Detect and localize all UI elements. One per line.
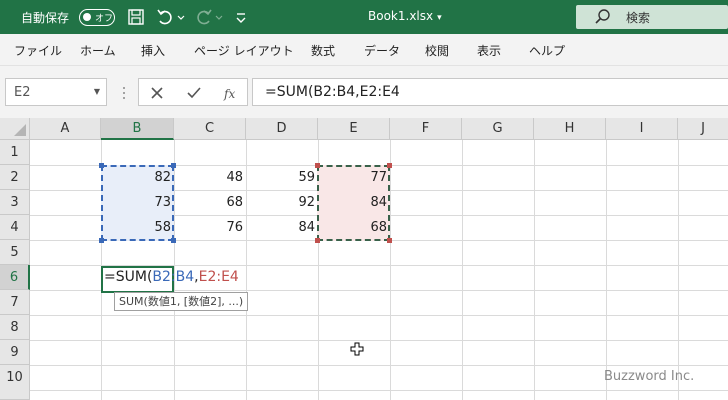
column-header-e[interactable]: E	[318, 118, 390, 140]
tab-data[interactable]: データ	[364, 42, 400, 59]
cell-d3[interactable]: 92	[246, 190, 318, 215]
row-header-10[interactable]: 10	[0, 365, 30, 400]
column-header-h[interactable]: H	[534, 118, 606, 140]
enter-icon[interactable]	[184, 83, 204, 103]
cell-d4[interactable]: 84	[246, 215, 318, 240]
tab-view[interactable]: 表示	[477, 42, 501, 59]
gridline	[30, 340, 728, 341]
fx-icon[interactable]: fx	[221, 83, 241, 103]
column-header-g[interactable]: G	[462, 118, 534, 140]
cell-c2[interactable]: 48	[174, 165, 246, 190]
autosave-state: オフ	[95, 14, 114, 24]
formula-bar: E2 ▼ fx =SUM(B2:B4,E2:E4	[0, 66, 728, 118]
gridline	[30, 390, 728, 391]
cell-e3[interactable]: 84	[318, 190, 390, 215]
formula-ref-e2-e4: E2:E4	[198, 269, 239, 285]
cancel-icon[interactable]	[147, 83, 167, 103]
function-tooltip[interactable]: SUM(数値1, [数値2], ...)	[114, 292, 249, 311]
undo-icon[interactable]	[155, 7, 175, 27]
drag-handle-icon[interactable]	[122, 86, 126, 100]
tab-review[interactable]: 校閲	[425, 42, 449, 59]
gridline	[534, 140, 535, 400]
worksheet-grid: A B C D E F G H I J 1 2 3 4 5 6 7 8 9 10…	[0, 118, 728, 400]
gridline	[462, 140, 463, 400]
watermark: Buzzword Inc.	[604, 369, 695, 384]
cell-c4[interactable]: 76	[174, 215, 246, 240]
autosave-toggle[interactable]: オフ	[79, 9, 115, 26]
cell-b3[interactable]: 73	[101, 190, 174, 215]
row-header-5[interactable]: 5	[0, 240, 30, 265]
redo-dropdown-icon[interactable]	[214, 7, 224, 27]
file-title[interactable]: Book1.xlsx ▾	[368, 9, 442, 23]
column-header-f[interactable]: F	[390, 118, 462, 140]
name-box-value: E2	[14, 85, 31, 100]
save-icon[interactable]	[126, 7, 146, 27]
column-header-i[interactable]: I	[606, 118, 678, 140]
move-cursor-icon	[350, 342, 364, 356]
cell-b2[interactable]: 82	[101, 165, 174, 190]
gridline	[678, 140, 679, 400]
column-header-j[interactable]: J	[678, 118, 728, 140]
cell-e4[interactable]: 68	[318, 215, 390, 240]
redo-icon[interactable]	[194, 7, 214, 27]
row-header-3[interactable]: 3	[0, 190, 30, 215]
tab-file[interactable]: ファイル	[14, 42, 62, 59]
cell-d2[interactable]: 59	[246, 165, 318, 190]
gridline	[606, 140, 607, 400]
row-header-6[interactable]: 6	[0, 265, 30, 290]
row-header-9[interactable]: 9	[0, 340, 30, 365]
tab-insert[interactable]: 挿入	[141, 42, 165, 59]
column-header-d[interactable]: D	[246, 118, 318, 140]
formula-input[interactable]: =SUM(B2:B4,E2:E4	[252, 78, 728, 106]
cell-b4[interactable]: 58	[101, 215, 174, 240]
select-all-button[interactable]	[0, 118, 30, 140]
tab-help[interactable]: ヘルプ	[529, 42, 565, 59]
formula-buttons: fx	[138, 78, 248, 106]
name-box[interactable]: E2 ▼	[5, 78, 107, 106]
gridline	[390, 140, 391, 400]
svg-text:fx: fx	[223, 87, 235, 101]
cell-c3[interactable]: 68	[174, 190, 246, 215]
row-header-4[interactable]: 4	[0, 215, 30, 240]
row-header-1[interactable]: 1	[0, 140, 30, 165]
ribbon-tabs: ファイル ホーム 挿入 ページ レイアウト 数式 データ 校閲 表示 ヘルプ	[0, 34, 728, 66]
autosave-label: 自動保存	[21, 11, 70, 25]
formula-prefix: =SUM(	[104, 269, 153, 285]
formula-text: =SUM(B2:B4,E2:E4	[265, 84, 400, 100]
undo-dropdown-icon[interactable]	[176, 7, 186, 27]
toggle-knob	[83, 13, 91, 21]
row-header-2[interactable]: 2	[0, 165, 30, 190]
row-header-7[interactable]: 7	[0, 290, 30, 315]
column-header-b[interactable]: B	[101, 118, 174, 140]
tab-home[interactable]: ホーム	[80, 42, 116, 59]
select-all-triangle-icon	[14, 124, 26, 136]
gridline	[30, 315, 728, 316]
chevron-down-icon: ▾	[437, 13, 442, 23]
tab-page-layout[interactable]: ページ レイアウト	[194, 42, 294, 59]
chevron-down-icon[interactable]: ▼	[94, 87, 100, 96]
column-header-c[interactable]: C	[174, 118, 246, 140]
search-box[interactable]: 検索	[576, 5, 728, 29]
customize-icon[interactable]	[234, 7, 248, 27]
tab-formulas[interactable]: 数式	[311, 42, 335, 59]
search-label: 検索	[626, 11, 651, 25]
title-bar: 自動保存 オフ Book1.xlsx ▾ 検索	[0, 0, 728, 34]
row-header-8[interactable]: 8	[0, 315, 30, 340]
formula-ref-b2-b4: B2:B4	[152, 269, 195, 285]
cell-e2[interactable]: 77	[318, 165, 390, 190]
column-header-a[interactable]: A	[30, 118, 101, 140]
gridline	[30, 365, 728, 366]
search-icon	[595, 9, 610, 24]
cell-edit-formula[interactable]: =SUM(B2:B4,E2:E4	[104, 269, 239, 285]
